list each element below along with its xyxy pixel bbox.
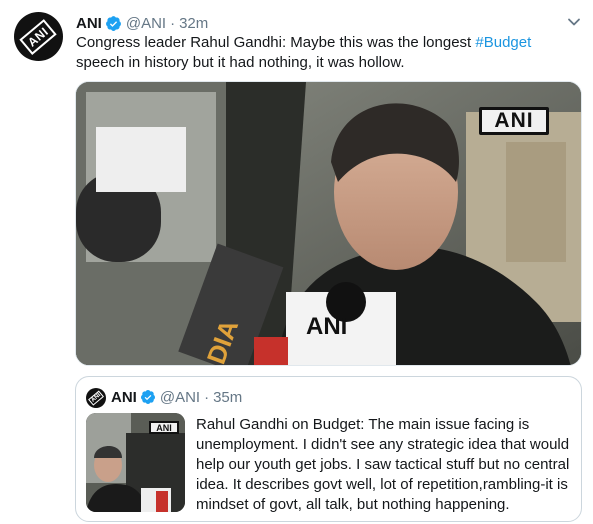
quoted-avatar[interactable]: ANI [86, 388, 106, 408]
separator-dot: · [204, 388, 210, 406]
verified-badge-icon [105, 15, 121, 31]
quoted-author-handle[interactable]: @ANI [160, 389, 200, 406]
hashtag-link[interactable]: #Budget [475, 34, 531, 51]
tweet: ANI ANI @ANI · 32m Congress leader Rahul… [0, 0, 593, 524]
tweet-text: Congress leader Rahul Gandhi: Maybe this… [76, 33, 581, 73]
quoted-ani-watermark: ANI [149, 421, 179, 434]
tweet-text-part: speech in history but it had nothing, it… [76, 54, 405, 71]
separator-dot: · [170, 14, 176, 32]
quoted-tweet[interactable]: ANI ANI @ANI · 35m ANI Rahul Gandhi on B… [75, 376, 582, 522]
ani-logo: ANI [19, 18, 58, 55]
verified-badge-icon [140, 390, 155, 404]
author-name[interactable]: ANI [76, 15, 102, 32]
quoted-ani-logo: ANI [87, 390, 105, 406]
quoted-timestamp[interactable]: 35m [213, 389, 242, 406]
quoted-media-thumbnail[interactable]: ANI [86, 413, 185, 512]
avatar[interactable]: ANI [14, 12, 63, 61]
mic-label-ani: ANI [306, 313, 347, 340]
ani-watermark: ANI [479, 107, 549, 135]
timestamp[interactable]: 32m [179, 15, 208, 32]
author-handle[interactable]: @ANI [126, 15, 166, 32]
chevron-down-icon[interactable] [566, 14, 582, 30]
quoted-tweet-header: ANI @ANI · 35m [111, 387, 242, 407]
quoted-tweet-text: Rahul Gandhi on Budget: The main issue f… [196, 416, 570, 513]
quoted-author-name[interactable]: ANI [111, 389, 137, 406]
tweet-header: ANI @ANI · 32m [76, 13, 208, 33]
tweet-text-part: Congress leader Rahul Gandhi: Maybe this… [76, 34, 476, 51]
